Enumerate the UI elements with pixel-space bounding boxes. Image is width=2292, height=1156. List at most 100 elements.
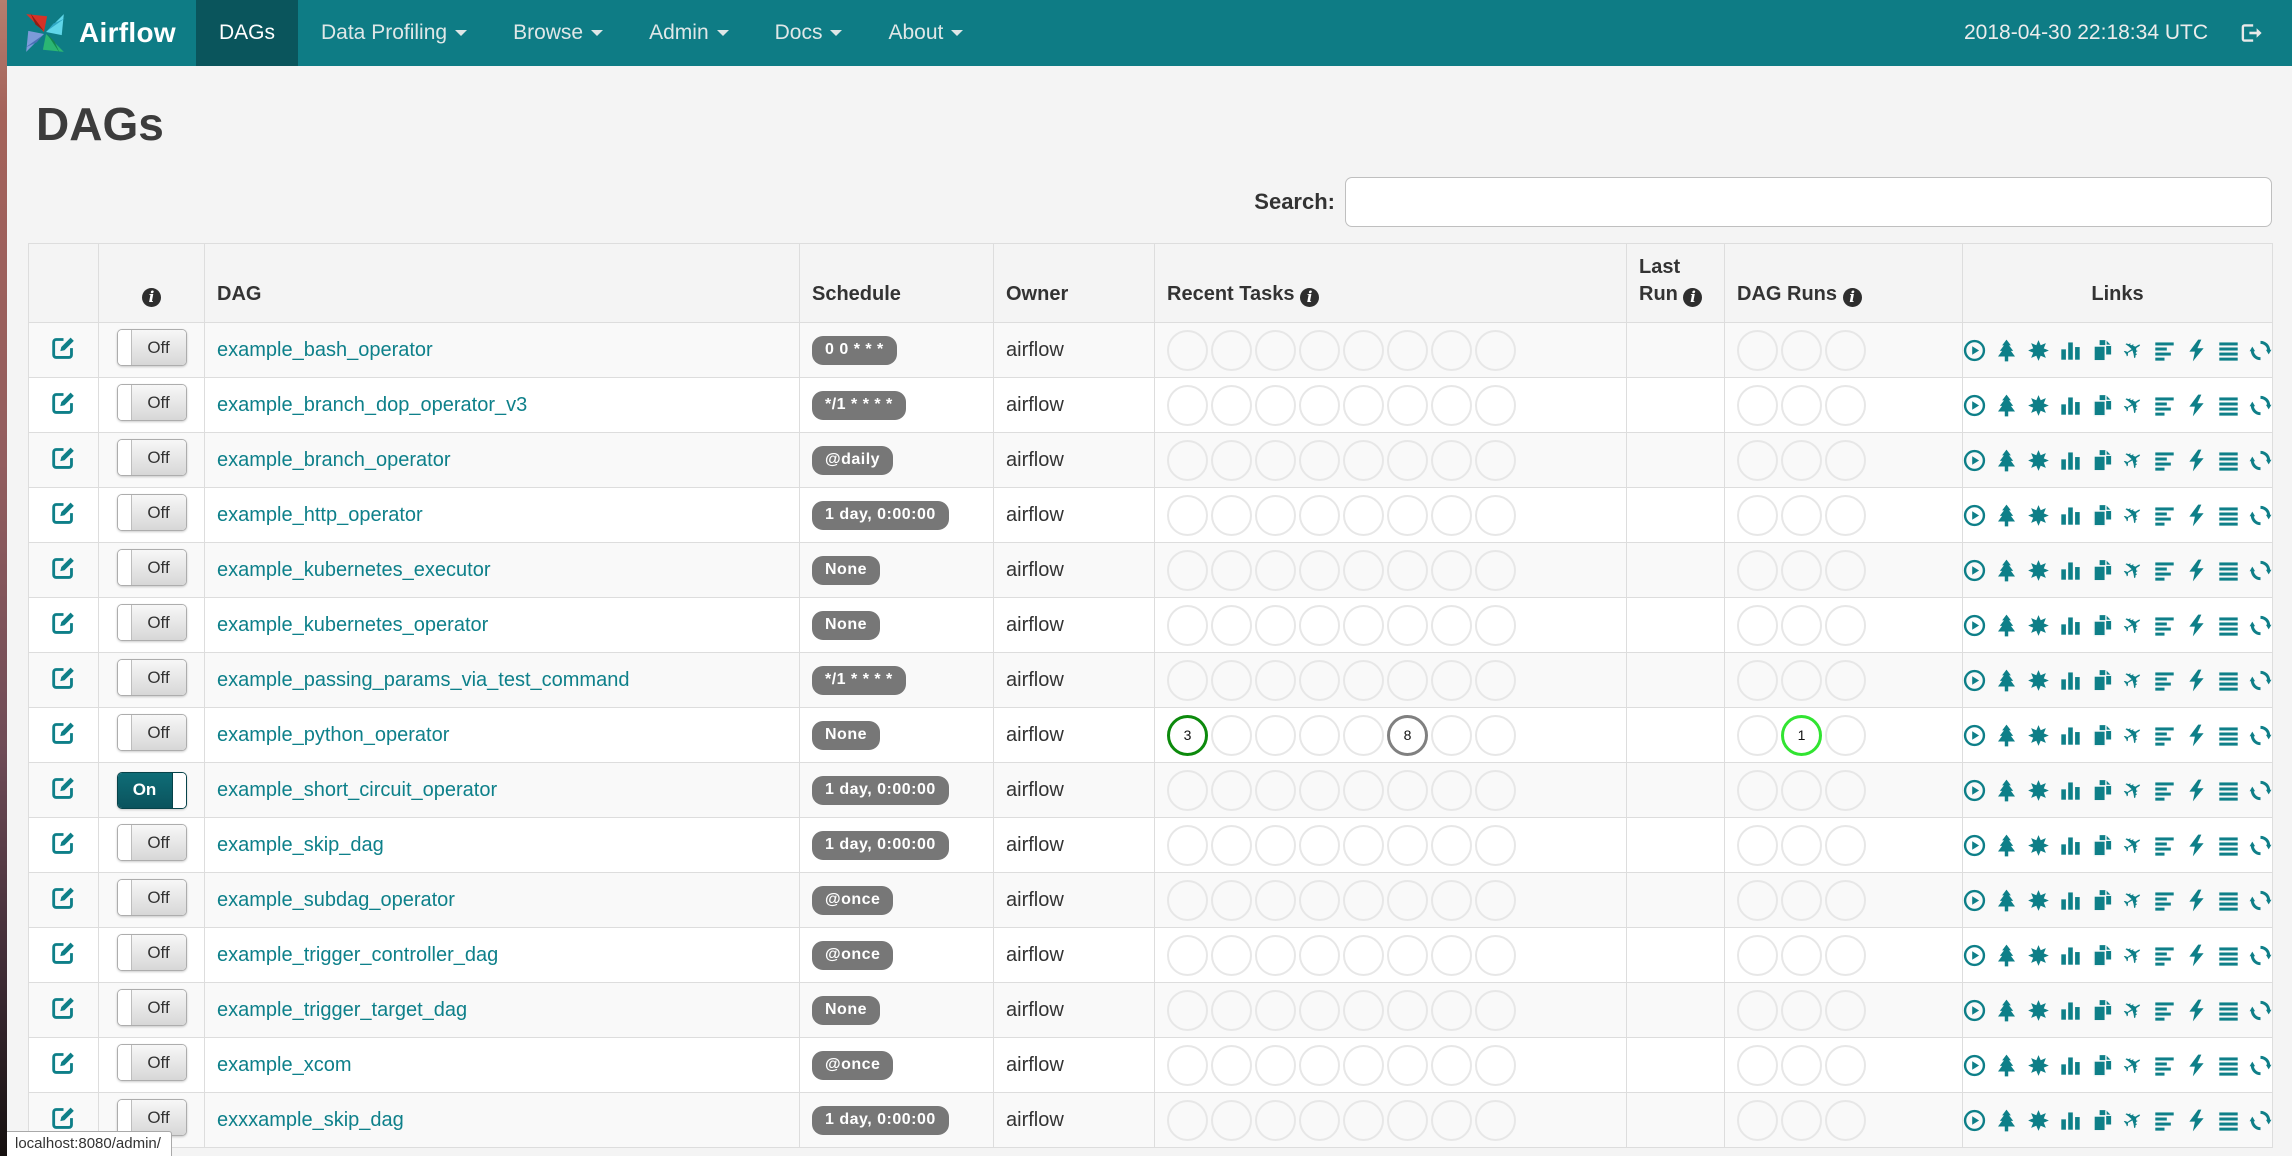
code-view-icon[interactable] [2185, 1054, 2208, 1077]
dag-run-circle[interactable] [1781, 659, 1822, 701]
landing-times-icon[interactable]: ✈ [2118, 443, 2150, 477]
task-state-circle[interactable] [1211, 494, 1252, 536]
task-state-circle[interactable] [1431, 1044, 1472, 1086]
task-state-circle[interactable] [1431, 439, 1472, 481]
code-view-icon[interactable] [2185, 834, 2208, 857]
brand-logo[interactable]: Airflow [7, 0, 196, 66]
task-state-circle[interactable] [1475, 384, 1516, 426]
refresh-icon[interactable] [2249, 1054, 2272, 1077]
landing-times-icon[interactable]: ✈ [2118, 663, 2150, 697]
dag-pause-toggle[interactable]: On [116, 771, 187, 809]
task-state-circle[interactable] [1255, 769, 1296, 811]
dag-details-icon[interactable] [2217, 944, 2240, 967]
dag-run-circle[interactable] [1737, 494, 1778, 536]
task-state-circle[interactable] [1431, 934, 1472, 976]
edit-dag-icon[interactable] [50, 609, 77, 636]
task-state-circle[interactable] [1387, 439, 1428, 481]
dag-pause-toggle[interactable]: Off [116, 989, 187, 1026]
code-view-icon[interactable] [2185, 449, 2208, 472]
task-state-circle[interactable] [1299, 1044, 1340, 1086]
task-state-circle[interactable] [1343, 604, 1384, 646]
dag-run-circle[interactable] [1737, 989, 1778, 1031]
task-state-circle[interactable] [1431, 494, 1472, 536]
dag-run-circle[interactable] [1737, 824, 1778, 866]
task-state-circle[interactable] [1343, 989, 1384, 1031]
task-tries-icon[interactable] [2091, 614, 2114, 637]
task-tries-icon[interactable] [2091, 559, 2114, 582]
dag-run-circle[interactable] [1825, 384, 1866, 426]
task-state-circle[interactable] [1475, 879, 1516, 921]
task-state-circle[interactable] [1211, 439, 1252, 481]
task-state-circle[interactable] [1167, 494, 1208, 536]
task-duration-icon[interactable] [2059, 449, 2082, 472]
task-state-circle[interactable] [1167, 989, 1208, 1031]
dag-run-circle[interactable] [1825, 1044, 1866, 1086]
task-state-circle[interactable] [1431, 879, 1472, 921]
gantt-view-icon[interactable] [2153, 724, 2176, 747]
task-duration-icon[interactable] [2059, 889, 2082, 912]
trigger-dag-icon[interactable] [1963, 1109, 1986, 1132]
task-state-circle[interactable] [1255, 989, 1296, 1031]
task-state-circle[interactable] [1431, 659, 1472, 701]
edit-dag-icon[interactable] [50, 389, 77, 416]
gantt-view-icon[interactable] [2153, 1109, 2176, 1132]
dag-link[interactable]: example_branch_operator [217, 449, 451, 471]
trigger-dag-icon[interactable] [1963, 999, 1986, 1022]
task-state-circle[interactable] [1211, 329, 1252, 371]
task-state-circle[interactable] [1475, 659, 1516, 701]
dag-run-circle[interactable] [1737, 1044, 1778, 1086]
code-view-icon[interactable] [2185, 779, 2208, 802]
tree-view-icon[interactable] [1995, 1109, 2018, 1132]
dag-run-circle[interactable] [1825, 989, 1866, 1031]
tree-view-icon[interactable] [1995, 504, 2018, 527]
code-view-icon[interactable] [2185, 559, 2208, 582]
edit-dag-icon[interactable] [50, 1104, 77, 1131]
graph-view-icon[interactable] [2027, 669, 2050, 692]
task-state-circle[interactable] [1387, 1099, 1428, 1141]
task-duration-icon[interactable] [2059, 394, 2082, 417]
task-state-circle[interactable] [1431, 1099, 1472, 1141]
graph-view-icon[interactable] [2027, 504, 2050, 527]
dag-run-circle[interactable] [1781, 1099, 1822, 1141]
dag-run-circle[interactable] [1737, 604, 1778, 646]
task-tries-icon[interactable] [2091, 504, 2114, 527]
dag-run-circle[interactable] [1781, 549, 1822, 591]
code-view-icon[interactable] [2185, 614, 2208, 637]
gantt-view-icon[interactable] [2153, 944, 2176, 967]
edit-dag-icon[interactable] [50, 664, 77, 691]
task-state-circle[interactable] [1475, 769, 1516, 811]
task-state-circle[interactable] [1387, 879, 1428, 921]
task-state-circle[interactable]: 8 [1387, 714, 1428, 756]
graph-view-icon[interactable] [2027, 449, 2050, 472]
task-state-circle[interactable] [1167, 879, 1208, 921]
code-view-icon[interactable] [2185, 944, 2208, 967]
tree-view-icon[interactable] [1995, 339, 2018, 362]
task-state-circle[interactable] [1475, 604, 1516, 646]
dag-run-circle[interactable] [1825, 604, 1866, 646]
task-duration-icon[interactable] [2059, 1109, 2082, 1132]
trigger-dag-icon[interactable] [1963, 889, 1986, 912]
code-view-icon[interactable] [2185, 394, 2208, 417]
task-state-circle[interactable] [1299, 714, 1340, 756]
task-state-circle[interactable] [1387, 494, 1428, 536]
task-state-circle[interactable] [1387, 384, 1428, 426]
dag-run-circle[interactable] [1737, 659, 1778, 701]
dag-details-icon[interactable] [2217, 449, 2240, 472]
dag-details-icon[interactable] [2217, 559, 2240, 582]
dag-run-circle[interactable] [1737, 934, 1778, 976]
gantt-view-icon[interactable] [2153, 504, 2176, 527]
gantt-view-icon[interactable] [2153, 339, 2176, 362]
tree-view-icon[interactable] [1995, 669, 2018, 692]
gantt-view-icon[interactable] [2153, 614, 2176, 637]
task-state-circle[interactable] [1387, 549, 1428, 591]
code-view-icon[interactable] [2185, 724, 2208, 747]
graph-view-icon[interactable] [2027, 1109, 2050, 1132]
task-tries-icon[interactable] [2091, 779, 2114, 802]
task-tries-icon[interactable] [2091, 669, 2114, 692]
dag-link[interactable]: example_passing_params_via_test_command [217, 669, 629, 691]
refresh-icon[interactable] [2249, 834, 2272, 857]
task-duration-icon[interactable] [2059, 779, 2082, 802]
dag-run-circle[interactable] [1737, 549, 1778, 591]
search-input[interactable] [1345, 177, 2272, 227]
landing-times-icon[interactable]: ✈ [2118, 333, 2150, 367]
